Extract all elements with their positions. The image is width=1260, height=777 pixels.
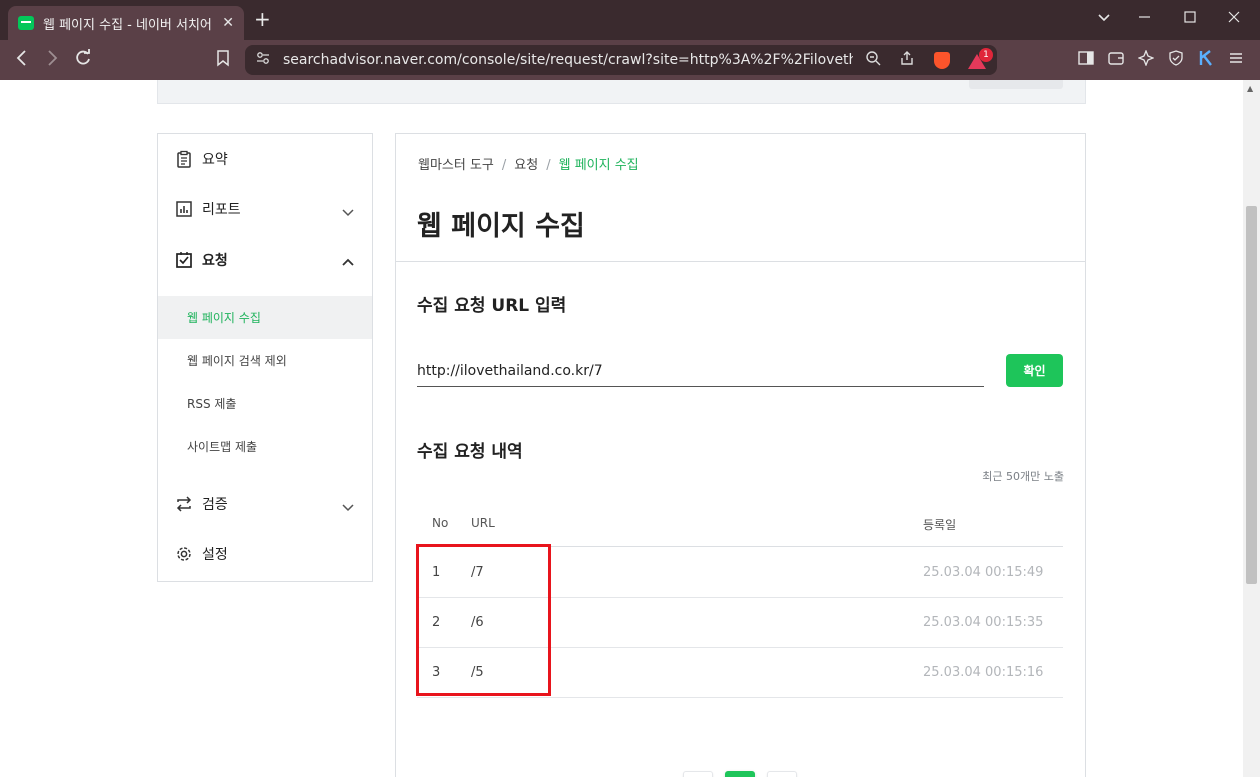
chevron-down-icon bbox=[342, 497, 354, 516]
brave-shields-icon[interactable] bbox=[934, 52, 950, 69]
table-row: 3 /5 25.03.04 00:15:16 bbox=[417, 648, 1063, 698]
wallet-icon[interactable] bbox=[1108, 50, 1124, 70]
breadcrumb: 웹마스터 도구 / 요청 / 웹 페이지 수집 bbox=[418, 154, 639, 173]
minimize-icon[interactable] bbox=[1139, 10, 1151, 28]
tab-title: 웹 페이지 수집 - 네이버 서치어 bbox=[43, 17, 212, 33]
sidebar-nav: 요약 리포트 요청 웹 페이지 수집 웹 페이지 검색 제외 RSS 제출 사이… bbox=[157, 133, 373, 582]
naver-favicon-icon bbox=[18, 16, 34, 30]
breadcrumb-separator: / bbox=[501, 158, 507, 173]
pagination-page-button[interactable]: 1 bbox=[725, 771, 755, 777]
url-input[interactable] bbox=[417, 355, 984, 387]
confirm-button[interactable]: 확인 bbox=[1006, 354, 1063, 387]
gear-icon bbox=[175, 545, 193, 563]
sidebar-item-label: 요청 bbox=[202, 253, 228, 269]
sidebar-item-settings[interactable]: 설정 bbox=[158, 529, 372, 579]
row-no: 1 bbox=[432, 565, 441, 580]
leo-ai-icon[interactable] bbox=[1137, 49, 1155, 70]
back-icon[interactable] bbox=[14, 48, 30, 74]
pagination-prev-button[interactable] bbox=[683, 771, 713, 777]
sidebar-item-request[interactable]: 요청 bbox=[158, 235, 372, 285]
history-section-title: 수집 요청 내역 bbox=[417, 442, 523, 462]
pagination-next-button[interactable] bbox=[767, 771, 797, 777]
row-no: 2 bbox=[432, 615, 441, 630]
share-icon[interactable] bbox=[899, 50, 915, 70]
column-header-no: No bbox=[432, 516, 449, 530]
clipboard-icon bbox=[175, 150, 193, 168]
browser-tab-bar: 웹 페이지 수집 - 네이버 서치어 ✕ + bbox=[0, 0, 1260, 40]
table-row: 2 /6 25.03.04 00:15:35 bbox=[417, 598, 1063, 648]
url-section-title: 수집 요청 URL 입력 bbox=[417, 296, 567, 316]
address-bar[interactable]: searchadvisor.naver.com/console/site/req… bbox=[245, 45, 997, 75]
sidebar-sub-item-exclude[interactable]: 웹 페이지 검색 제외 bbox=[158, 339, 372, 382]
breadcrumb-item-request[interactable]: 요청 bbox=[514, 158, 538, 173]
sidebar-item-report[interactable]: 리포트 bbox=[158, 184, 372, 234]
sidebar-item-label: 설정 bbox=[202, 547, 228, 563]
checkbox-icon bbox=[175, 251, 193, 269]
extension-k-icon[interactable] bbox=[1198, 50, 1214, 70]
row-url: /6 bbox=[471, 615, 484, 630]
browser-toolbar: searchadvisor.naver.com/console/site/req… bbox=[0, 40, 1260, 80]
history-note: 최근 50개만 노출 bbox=[982, 470, 1064, 483]
page-scrollbar[interactable]: ▲ bbox=[1243, 80, 1260, 777]
main-card: 웹마스터 도구 / 요청 / 웹 페이지 수집 웹 페이지 수집 수집 요청 URL 입… bbox=[395, 133, 1086, 777]
window-close-icon[interactable] bbox=[1228, 10, 1240, 28]
menu-icon[interactable] bbox=[1228, 50, 1244, 70]
maximize-icon[interactable] bbox=[1184, 10, 1196, 28]
site-info-icon[interactable] bbox=[255, 50, 271, 70]
page-title: 웹 페이지 수집 bbox=[417, 211, 585, 242]
row-no: 3 bbox=[432, 665, 441, 680]
bookmark-icon[interactable] bbox=[216, 48, 230, 74]
sidebar-sub-item-crawl[interactable]: 웹 페이지 수집 bbox=[158, 296, 372, 339]
column-header-date: 등록일 bbox=[923, 518, 957, 532]
row-date: 25.03.04 00:15:35 bbox=[923, 615, 1044, 630]
scrollbar-thumb[interactable] bbox=[1246, 206, 1257, 584]
zoom-icon[interactable] bbox=[865, 50, 881, 70]
chevron-down-icon bbox=[342, 202, 354, 221]
chevron-up-icon bbox=[342, 253, 354, 272]
tab-close-icon[interactable]: ✕ bbox=[222, 15, 234, 31]
sidebar-sub-item-rss[interactable]: RSS 제출 bbox=[158, 382, 372, 425]
sidebar-item-label: 요약 bbox=[202, 152, 228, 168]
sidebar-item-verify[interactable]: 검증 bbox=[158, 479, 372, 529]
scroll-up-arrow-icon[interactable]: ▲ bbox=[1247, 84, 1253, 93]
top-panel bbox=[157, 80, 1086, 104]
new-tab-icon[interactable]: + bbox=[254, 8, 271, 30]
table-header: No URL 등록일 bbox=[417, 499, 1063, 547]
tab-search-chevron-icon[interactable] bbox=[1097, 10, 1111, 28]
sidebar-item-label: 리포트 bbox=[202, 202, 241, 218]
row-url: /5 bbox=[471, 665, 484, 680]
row-date: 25.03.04 00:15:49 bbox=[923, 565, 1044, 580]
rewards-badge: 1 bbox=[979, 48, 993, 62]
url-text: searchadvisor.naver.com/console/site/req… bbox=[283, 52, 853, 68]
reload-icon[interactable] bbox=[74, 48, 92, 74]
breadcrumb-item-current: 웹 페이지 수집 bbox=[558, 158, 639, 173]
row-url: /7 bbox=[471, 565, 484, 580]
breadcrumb-item-webmaster[interactable]: 웹마스터 도구 bbox=[418, 158, 494, 173]
column-header-url: URL bbox=[471, 516, 495, 530]
sidebar-item-summary[interactable]: 요약 bbox=[158, 134, 372, 184]
forward-icon[interactable] bbox=[44, 48, 60, 74]
top-panel-button[interactable] bbox=[969, 80, 1063, 89]
bar-chart-icon bbox=[175, 200, 193, 218]
table-row: 1 /7 25.03.04 00:15:49 bbox=[417, 548, 1063, 598]
browser-tab[interactable]: 웹 페이지 수집 - 네이버 서치어 ✕ bbox=[8, 6, 244, 40]
sidebar-sub-item-sitemap[interactable]: 사이트맵 제출 bbox=[158, 425, 372, 468]
vpn-shield-icon[interactable] bbox=[1168, 50, 1184, 70]
sidebar-item-label: 검증 bbox=[202, 497, 228, 513]
swap-arrows-icon bbox=[175, 495, 193, 513]
breadcrumb-separator: / bbox=[546, 158, 551, 173]
row-date: 25.03.04 00:15:16 bbox=[923, 665, 1044, 680]
divider bbox=[396, 261, 1085, 262]
sidebar-toggle-icon[interactable] bbox=[1078, 50, 1094, 70]
page-viewport: 요약 리포트 요청 웹 페이지 수집 웹 페이지 검색 제외 RSS 제출 사이… bbox=[0, 80, 1243, 777]
